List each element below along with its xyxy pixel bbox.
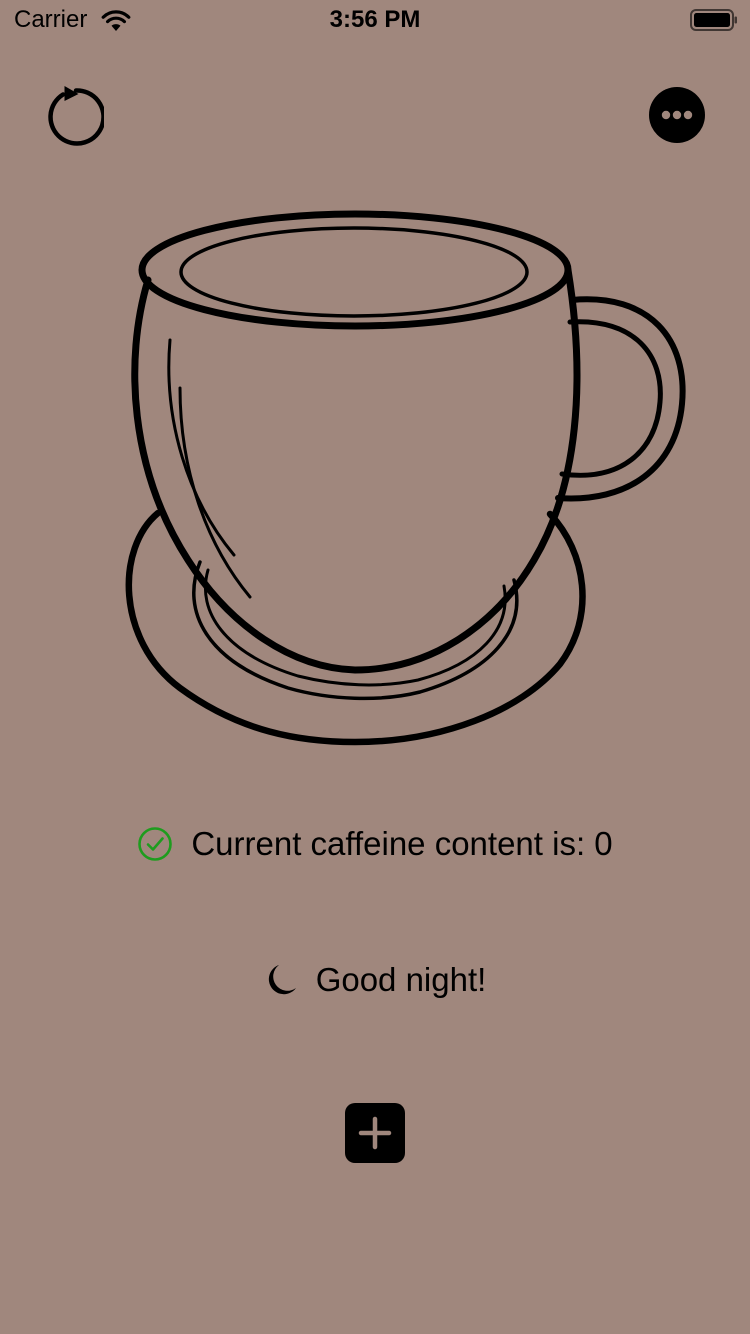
refresh-icon <box>48 86 106 146</box>
greeting: Good night! <box>0 955 750 1005</box>
more-icon <box>649 87 705 143</box>
caffeine-content-label: Current caffeine content is: 0 <box>191 825 613 862</box>
greeting-label: Good night! <box>315 961 487 998</box>
status-bar: Carrier 3:56 PM <box>0 0 750 40</box>
caffeine-status: Current caffeine content is: 0 <box>0 820 750 868</box>
battery-icon <box>690 8 738 37</box>
refresh-button[interactable] <box>42 84 106 148</box>
add-button[interactable] <box>345 1103 405 1163</box>
plus-icon <box>358 1116 392 1150</box>
more-button[interactable] <box>649 87 705 143</box>
checkmark-circle-icon <box>138 827 173 861</box>
moon-icon <box>268 965 296 995</box>
coffee-cup-illustration <box>120 205 690 750</box>
status-time: 3:56 PM <box>329 6 421 33</box>
